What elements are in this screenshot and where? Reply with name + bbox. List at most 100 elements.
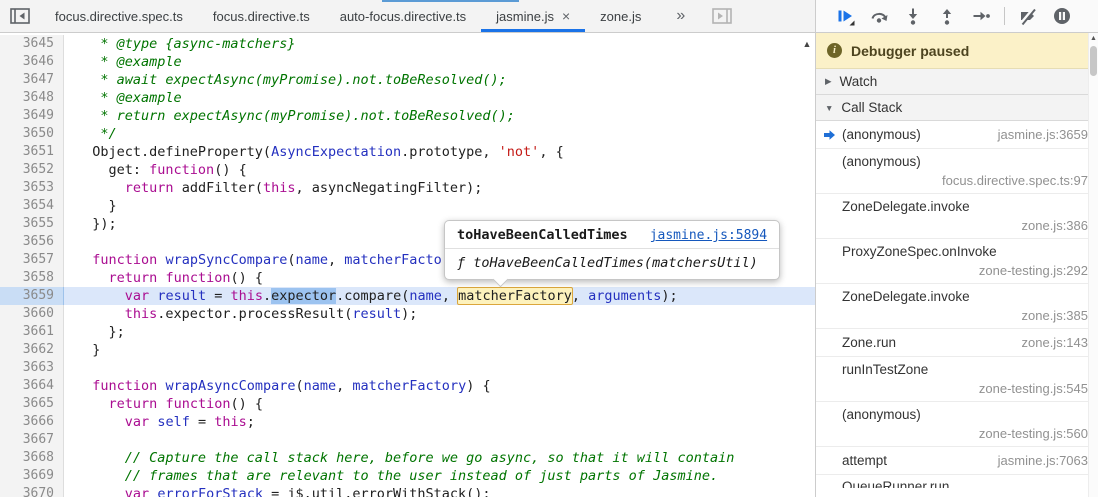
code-line-3645: 3645 * @type {async-matchers} <box>0 35 815 53</box>
watch-section-header[interactable]: ▶ Watch <box>816 69 1098 95</box>
line-number[interactable]: 3649 <box>0 107 64 125</box>
line-number[interactable]: 3667 <box>0 431 64 449</box>
code-line-3666: 3666 var self = this; <box>0 413 815 431</box>
frame-name: ZoneDelegate.invoke <box>842 289 970 304</box>
frame-name: Zone.run <box>842 335 897 350</box>
toggle-navigator-button[interactable] <box>0 0 40 32</box>
resume-button[interactable] <box>829 2 861 30</box>
call-stack-frame[interactable]: runInTestZone zone-testing.js:545 <box>816 357 1098 402</box>
toolbar-divider <box>1004 7 1005 25</box>
pause-on-exceptions-button[interactable] <box>1046 2 1078 30</box>
line-number[interactable]: 3651 <box>0 143 64 161</box>
code-line-3661: 3661 }; <box>0 323 815 341</box>
frame-name: runInTestZone <box>842 362 929 377</box>
tab-overflow-button[interactable]: » <box>664 0 697 32</box>
step-into-button[interactable] <box>897 2 929 30</box>
info-icon: i <box>827 43 842 58</box>
step-over-button[interactable] <box>863 2 895 30</box>
tooltip-function-signature: ƒ toHaveBeenCalledTimes(matchersUtil) <box>457 255 758 271</box>
line-number[interactable]: 3658 <box>0 269 64 287</box>
line-number[interactable]: 3661 <box>0 323 64 341</box>
tab-focus.directive.spec.ts[interactable]: focus.directive.spec.ts <box>40 0 198 32</box>
code-text: * @example <box>76 54 182 70</box>
code-text: // frames that are relevant to the user … <box>76 468 719 484</box>
tab-jasmine.js[interactable]: jasmine.js × <box>481 0 586 32</box>
sidebar-scrollbar[interactable]: ▲ <box>1088 33 1098 497</box>
step-out-button[interactable] <box>931 2 963 30</box>
call-stack-frame[interactable]: ZoneDelegate.invoke zone.js:386 <box>816 194 1098 239</box>
call-stack-frame[interactable]: (anonymous) zone-testing.js:560 <box>816 402 1098 447</box>
scroll-up-icon[interactable]: ▲ <box>803 38 812 497</box>
call-stack-frame[interactable]: ZoneDelegate.invoke zone.js:385 <box>816 284 1098 329</box>
line-number[interactable]: 3655 <box>0 215 64 233</box>
chevron-right-icon[interactable]: ▶ <box>825 76 832 87</box>
call-stack-frame[interactable]: ProxyZoneSpec.onInvoke zone-testing.js:29… <box>816 239 1098 284</box>
scrollbar-thumb[interactable] <box>1090 46 1097 76</box>
line-number[interactable]: 3647 <box>0 71 64 89</box>
call-stack-frame[interactable]: QueueRunner.run <box>816 475 1098 488</box>
step-icon <box>973 11 990 21</box>
panel-left-icon <box>10 8 30 24</box>
code-line-3654: 3654 } <box>0 197 815 215</box>
line-number[interactable]: 3653 <box>0 179 64 197</box>
frame-location: focus.directive.spec.ts:97 <box>942 173 1088 188</box>
line-number[interactable]: 3660 <box>0 305 64 323</box>
call-stack-section-title: Call Stack <box>841 100 903 115</box>
step-button[interactable] <box>965 2 997 30</box>
line-number[interactable]: 3665 <box>0 395 64 413</box>
code-text: get: function() { <box>76 162 247 178</box>
tab-focus.directive.ts[interactable]: focus.directive.ts <box>198 0 325 32</box>
toggle-debugger-sidebar-button[interactable] <box>711 0 733 32</box>
line-number[interactable]: 3662 <box>0 341 64 359</box>
tab-strip: focus.directive.spec.ts focus.directive.t… <box>40 0 656 32</box>
resume-icon <box>838 10 855 26</box>
tab-zone.js[interactable]: zone.js <box>585 0 656 32</box>
line-number[interactable]: 3646 <box>0 53 64 71</box>
chevron-down-icon[interactable]: ▼ <box>825 103 833 113</box>
call-stack-frame[interactable]: (anonymous) jasmine.js:3659 <box>816 121 1098 149</box>
call-stack-section-header[interactable]: ▼ Call Stack <box>816 95 1098 121</box>
tab-close-icon[interactable]: × <box>562 9 570 23</box>
scroll-up-icon[interactable]: ▲ <box>1090 35 1097 43</box>
code-text: this.expector.processResult(result); <box>124 306 418 322</box>
tooltip-source-link[interactable]: jasmine.js:5894 <box>650 228 767 243</box>
deactivate-breakpoints-button[interactable] <box>1012 2 1044 30</box>
code-line-3660: 3660 this.expector.processResult(result)… <box>0 305 815 323</box>
code-line-3647: 3647 * await expectAsync(myPromise).not.… <box>0 71 815 89</box>
line-number[interactable]: 3650 <box>0 125 64 143</box>
frame-location: jasmine.js:7063 <box>997 453 1088 468</box>
call-stack-frame[interactable]: (anonymous) focus.directive.spec.ts:97 <box>816 149 1098 194</box>
line-number[interactable]: 3666 <box>0 413 64 431</box>
frame-location: zone.js:143 <box>1021 335 1089 350</box>
call-stack-frame[interactable]: attempt jasmine.js:7063 <box>816 447 1098 475</box>
tab-auto-focus.directive.ts[interactable]: auto-focus.directive.ts <box>325 0 481 32</box>
line-number[interactable]: 3645 <box>0 35 64 53</box>
line-number[interactable]: 3669 <box>0 467 64 485</box>
code-line-3652: 3652 get: function() { <box>0 161 815 179</box>
line-number[interactable]: 3657 <box>0 251 64 269</box>
call-stack-frame[interactable]: Zone.run zone.js:143 <box>816 329 1098 357</box>
line-number[interactable]: 3652 <box>0 161 64 179</box>
frame-name: ProxyZoneSpec.onInvoke <box>842 244 997 259</box>
code-line-3649: 3649 * return expectAsync(myPromise).not… <box>0 107 815 125</box>
line-number[interactable]: 3668 <box>0 449 64 467</box>
line-number[interactable]: 3664 <box>0 377 64 395</box>
code-text: // Capture the call stack here, before w… <box>76 450 735 466</box>
line-number[interactable]: 3654 <box>0 197 64 215</box>
code-line-3670: 3670 var errorForStack = j$.util.errorWi… <box>0 485 815 497</box>
line-number[interactable]: 3663 <box>0 359 64 377</box>
line-number[interactable]: 3670 <box>0 485 64 497</box>
editor-scrollbar[interactable]: ▲ <box>799 33 815 497</box>
line-number[interactable]: 3648 <box>0 89 64 107</box>
debugger-paused-label: Debugger paused <box>851 42 970 59</box>
frame-name: (anonymous) <box>842 127 921 142</box>
debugger-toolbar <box>815 0 1098 33</box>
code-line-3669: 3669 // frames that are relevant to the … <box>0 467 815 485</box>
code-line-3651: 3651 Object.defineProperty(AsyncExpectat… <box>0 143 815 161</box>
code-text: * @type {async-matchers} <box>76 36 296 52</box>
line-number[interactable]: 3659 <box>0 287 64 305</box>
tooltip-header: toHaveBeenCalledTimes jasmine.js:5894 <box>445 221 780 249</box>
tab-label: focus.directive.ts <box>212 8 310 24</box>
line-number[interactable]: 3656 <box>0 233 64 251</box>
